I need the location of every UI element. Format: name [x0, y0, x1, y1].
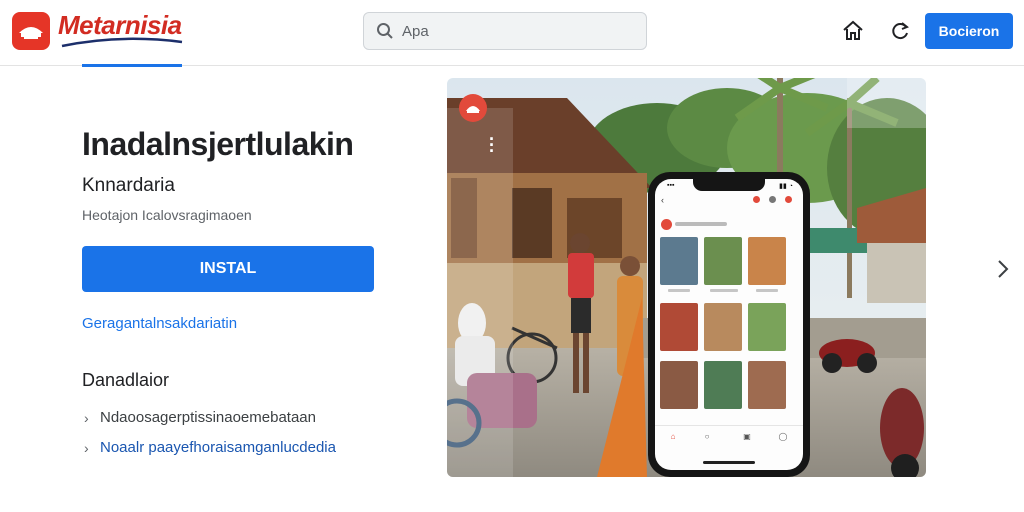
photo-tile: [748, 361, 786, 409]
logo-icon[interactable]: [12, 12, 50, 50]
info-row-text: Ndaoosagerptissinaoemebataan: [100, 409, 316, 426]
photo-tile: [660, 237, 698, 285]
profile-icon: [785, 196, 792, 203]
nav-profile-icon: ◯: [778, 432, 788, 441]
arrow-right-icon: ›: [84, 439, 89, 456]
profile-name-placeholder: [675, 222, 727, 226]
search-input[interactable]: [402, 21, 632, 41]
install-button[interactable]: INSTAL: [82, 246, 374, 292]
about-section-title: Danadlaior: [82, 370, 170, 390]
notification-icon: [753, 196, 760, 203]
home-icon[interactable]: [840, 18, 866, 44]
status-time: ▪▪▪: [667, 182, 675, 189]
app-bottom-nav: ⌂ ○ ▣ ◯: [655, 425, 803, 455]
home-indicator: [703, 461, 755, 464]
phone-notch: [693, 179, 765, 191]
tile-caption: [668, 289, 690, 292]
share-link[interactable]: Geragantalnsakdariatin: [82, 315, 237, 332]
signin-button[interactable]: Bocieron: [925, 13, 1013, 49]
search-icon: [377, 23, 393, 39]
app-toolbar: ‹: [655, 193, 803, 211]
phone-screen: ▪▪▪ ▮▮ ◔ ‹ ⌂ ○ ▣ ◯: [655, 179, 803, 470]
avatar: [661, 219, 672, 230]
info-row[interactable]: › Ndaoosagerptissinaoemebataan: [84, 409, 316, 426]
refresh-icon[interactable]: [887, 18, 913, 44]
tile-caption: [756, 289, 778, 292]
nav-search-icon: ○: [704, 432, 710, 441]
photo-tile: [748, 303, 786, 351]
arrow-right-icon: ›: [84, 409, 89, 426]
tile-caption: [710, 289, 738, 292]
status-icons: ▮▮ ◔: [779, 183, 793, 190]
top-bar: Metarnisia Bocieron: [0, 0, 1024, 67]
photo-tile: [748, 237, 786, 285]
nav-home-icon: ⌂: [670, 432, 676, 441]
brand-swoosh-icon: [61, 37, 183, 48]
photo-tile: [660, 303, 698, 351]
photo-tile: [660, 361, 698, 409]
phone-mockup: ▪▪▪ ▮▮ ◔ ‹ ⌂ ○ ▣ ◯: [648, 172, 810, 477]
app-title: Inadalnsjertlulakin: [82, 126, 354, 162]
profile-row: [661, 219, 797, 231]
photo-tile: [704, 361, 742, 409]
search-box[interactable]: [363, 12, 647, 50]
active-nav-indicator: [82, 64, 182, 67]
back-icon: ‹: [661, 195, 664, 205]
app-meta: Heotajon Icalovsragimaoen: [82, 207, 252, 223]
photo-tile: [704, 303, 742, 351]
info-row[interactable]: › Noaalr paayefhoraisamganlucdedia: [84, 439, 336, 456]
hero-logo-icon: [459, 94, 487, 122]
nav-add-icon: ▣: [743, 432, 751, 441]
chevron-right-icon[interactable]: [994, 256, 1012, 282]
more-vert-icon[interactable]: · · ·: [489, 130, 495, 160]
hero-image: · · · ▪▪▪ ▮▮ ◔ ‹ ⌂ ○ ▣ ◯: [447, 78, 926, 477]
search-icon: [769, 196, 776, 203]
info-row-link: Noaalr paayefhoraisamganlucdedia: [100, 439, 336, 456]
photo-tile: [704, 237, 742, 285]
developer-name[interactable]: Knnardaria: [82, 175, 175, 197]
